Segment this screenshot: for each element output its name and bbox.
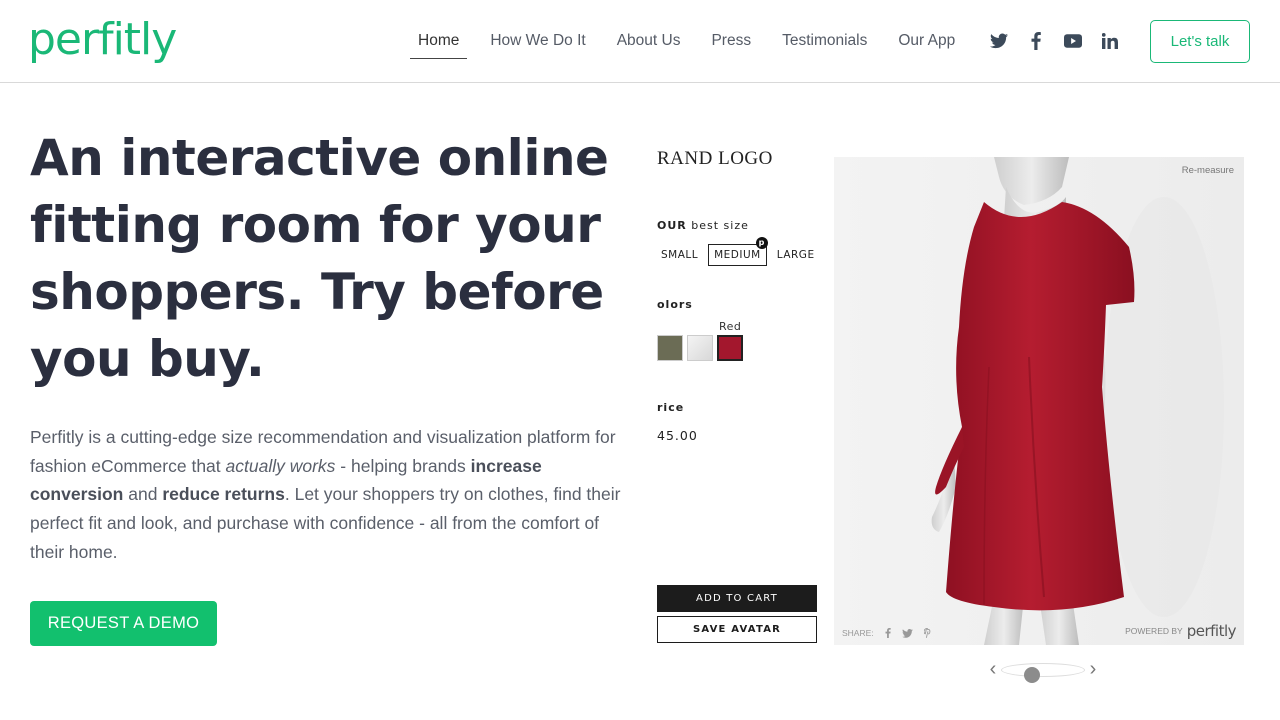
rotation-track [1001, 663, 1085, 677]
price-label-text: rice [657, 401, 685, 414]
fitting-room-widget: RAND LOGO OUR best size SMALL MEDIUM p LA… [657, 140, 1257, 700]
lets-talk-button[interactable]: Let's talk [1150, 20, 1250, 63]
share-twitter-icon[interactable] [902, 627, 914, 639]
selected-color-name: Red [719, 320, 742, 333]
share-row: SHARE: [842, 627, 934, 639]
size-medium-label: MEDIUM [714, 249, 761, 261]
swatch-red[interactable] [717, 335, 743, 361]
youtube-icon[interactable] [1062, 30, 1084, 52]
rotation-knob[interactable] [1024, 667, 1040, 683]
save-avatar-button[interactable]: SAVE AVATAR [657, 616, 817, 643]
powered-by: POWERED BY perfitly [1125, 622, 1236, 640]
desc-emphasis: actually works [225, 455, 336, 476]
site-header: perfitly Home How We Do It About Us Pres… [0, 0, 1280, 83]
main-nav: Home How We Do It About Us Press Testimo… [410, 28, 978, 59]
nav-how-we-do-it[interactable]: How We Do It [482, 28, 593, 59]
price-label: rice [657, 401, 684, 414]
logo-text: perfitly [28, 14, 177, 65]
swatch-white[interactable] [687, 335, 713, 361]
swatch-olive[interactable] [657, 335, 683, 361]
size-medium[interactable]: MEDIUM p [708, 237, 768, 266]
remeasure-link[interactable]: Re-measure [1182, 165, 1234, 176]
rotate-right-icon[interactable]: › [1085, 658, 1101, 680]
brand-logo: RAND LOGO [657, 148, 773, 169]
best-size-prefix: OUR [657, 219, 687, 232]
price-value: 45.00 [657, 428, 698, 443]
nav-about-us[interactable]: About Us [609, 28, 689, 59]
avatar-viewer[interactable]: Re-measure SHARE: POWERED BY perfitly [834, 157, 1244, 645]
size-large[interactable]: LARGE [773, 245, 819, 265]
hero-headline: An interactive online fitting room for y… [30, 129, 609, 388]
rotation-control: ‹ › [985, 655, 1100, 685]
color-swatches [657, 335, 747, 361]
rotate-left-icon[interactable]: ‹ [985, 658, 1001, 680]
powered-by-logo: perfitly [1186, 622, 1237, 640]
best-size-label: OUR best size [657, 219, 749, 232]
nav-press[interactable]: Press [703, 28, 759, 59]
colors-label-text: olors [657, 298, 693, 311]
share-pinterest-icon[interactable] [922, 627, 934, 639]
colors-label: olors [657, 298, 693, 311]
size-small[interactable]: SMALL [657, 245, 702, 265]
share-label: SHARE: [842, 628, 874, 638]
twitter-icon[interactable] [988, 30, 1010, 52]
share-facebook-icon[interactable] [882, 627, 894, 639]
nav-home[interactable]: Home [410, 28, 468, 59]
avatar-dress-image [834, 157, 1244, 645]
request-demo-button[interactable]: REQUEST A DEMO [30, 601, 217, 646]
linkedin-icon[interactable] [1099, 30, 1121, 52]
desc-text-3: and [123, 484, 163, 505]
nav-testimonials[interactable]: Testimonials [774, 28, 875, 59]
perfitly-logo[interactable]: perfitly [28, 12, 177, 72]
desc-text-2: - helping brands [335, 455, 471, 476]
facebook-icon[interactable] [1025, 30, 1047, 52]
social-links [988, 30, 1136, 52]
add-to-cart-button[interactable]: ADD TO CART [657, 585, 817, 612]
hero-description: Perfitly is a cutting-edge size recommen… [30, 423, 630, 567]
desc-bold-returns: reduce returns [162, 484, 285, 505]
size-selector: SMALL MEDIUM p LARGE [657, 237, 825, 266]
perfitly-badge-icon: p [755, 237, 768, 249]
nav-our-app[interactable]: Our App [890, 28, 963, 59]
best-size-text: best size [691, 219, 749, 232]
powered-by-label: POWERED BY [1125, 626, 1183, 636]
